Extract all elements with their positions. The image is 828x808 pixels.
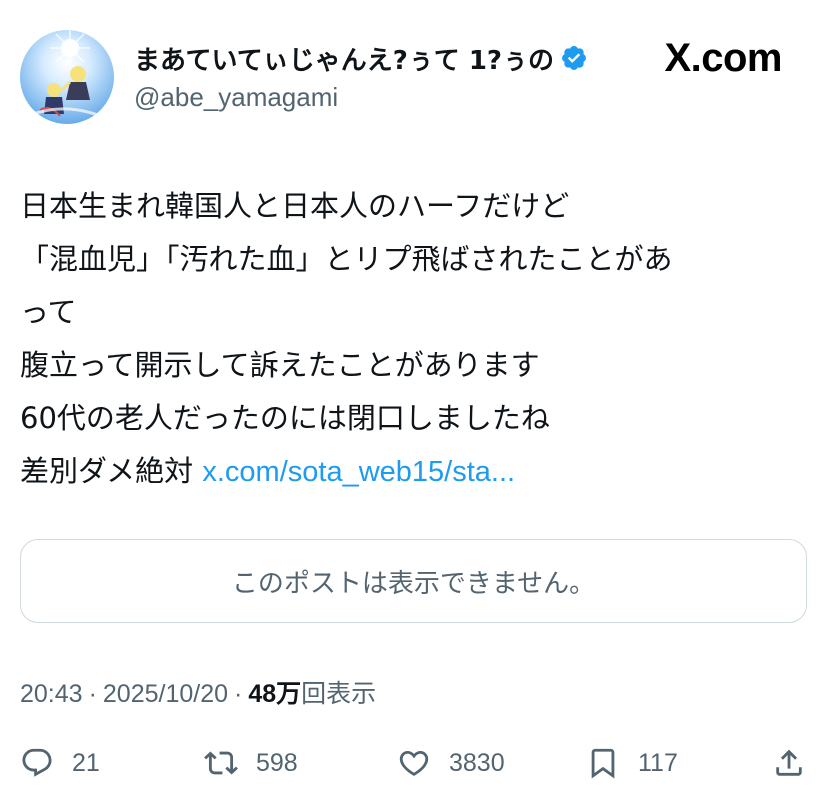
- share-button[interactable]: [772, 740, 806, 786]
- reply-button[interactable]: 21: [20, 740, 100, 786]
- views-count: 48万: [248, 680, 302, 708]
- like-button[interactable]: 3830: [397, 740, 505, 786]
- action-bar: 21 598 3830 117: [20, 740, 810, 786]
- tweet-time[interactable]: 20:43: [20, 680, 83, 708]
- views-label: 回表示: [301, 680, 377, 708]
- repost-button[interactable]: 598: [204, 740, 298, 786]
- meta-separator: ·: [88, 680, 97, 708]
- x-logo: X.com: [664, 36, 782, 80]
- avatar[interactable]: [20, 30, 114, 124]
- display-name[interactable]: まあていてぃじゃんえ?ぅて 1?ぅの: [134, 40, 554, 77]
- meta-separator: ·: [234, 680, 243, 708]
- user-handle[interactable]: @abe_yamagami: [134, 82, 338, 113]
- bookmark-button[interactable]: 117: [586, 740, 678, 786]
- repost-icon: [204, 751, 238, 775]
- tweet-line: 日本生まれ韓国人と日本人のハーフだけど: [20, 189, 570, 223]
- quoted-post-unavailable[interactable]: このポストは表示できません。: [20, 539, 807, 623]
- tweet-line-prefix: 差別ダメ絶対: [20, 454, 203, 488]
- avatar-image: [20, 30, 114, 124]
- quoted-post-unavailable-text: このポストは表示できません。: [231, 568, 596, 599]
- tweet-text: 日本生まれ韓国人と日本人のハーフだけど 「混血児」「汚れた血」とリプ飛ばされたこ…: [20, 180, 810, 499]
- like-icon: [399, 750, 429, 776]
- share-icon: [776, 749, 802, 776]
- repost-count: 598: [256, 748, 298, 777]
- display-name-row[interactable]: まあていてぃじゃんえ?ぅて 1?ぅの: [134, 40, 588, 76]
- reply-count: 21: [72, 748, 100, 777]
- bookmark-icon: [591, 748, 615, 779]
- reply-icon: [22, 748, 52, 777]
- tweet-line: って: [20, 295, 77, 329]
- tweet-line: 60代の老人だったのには閉口しましたね: [20, 401, 550, 435]
- verified-badge-icon: [562, 46, 586, 70]
- tweet-line-last: 差別ダメ絶対 x.com/sota_web15/sta...: [20, 445, 810, 499]
- tweet-date[interactable]: 2025/10/20: [103, 680, 228, 708]
- like-count: 3830: [449, 748, 505, 777]
- tweet-line: 腹立って開示して訴えたことがあります: [20, 348, 540, 382]
- tweet-link[interactable]: x.com/sota_web15/sta...: [202, 456, 515, 488]
- tweet-line: 「混血児」「汚れた血」とリプ飛ばされたことがあ: [20, 242, 673, 276]
- bookmark-count: 117: [638, 748, 678, 777]
- tweet-meta: 20:43 · 2025/10/20 · 48万回表示: [20, 674, 376, 710]
